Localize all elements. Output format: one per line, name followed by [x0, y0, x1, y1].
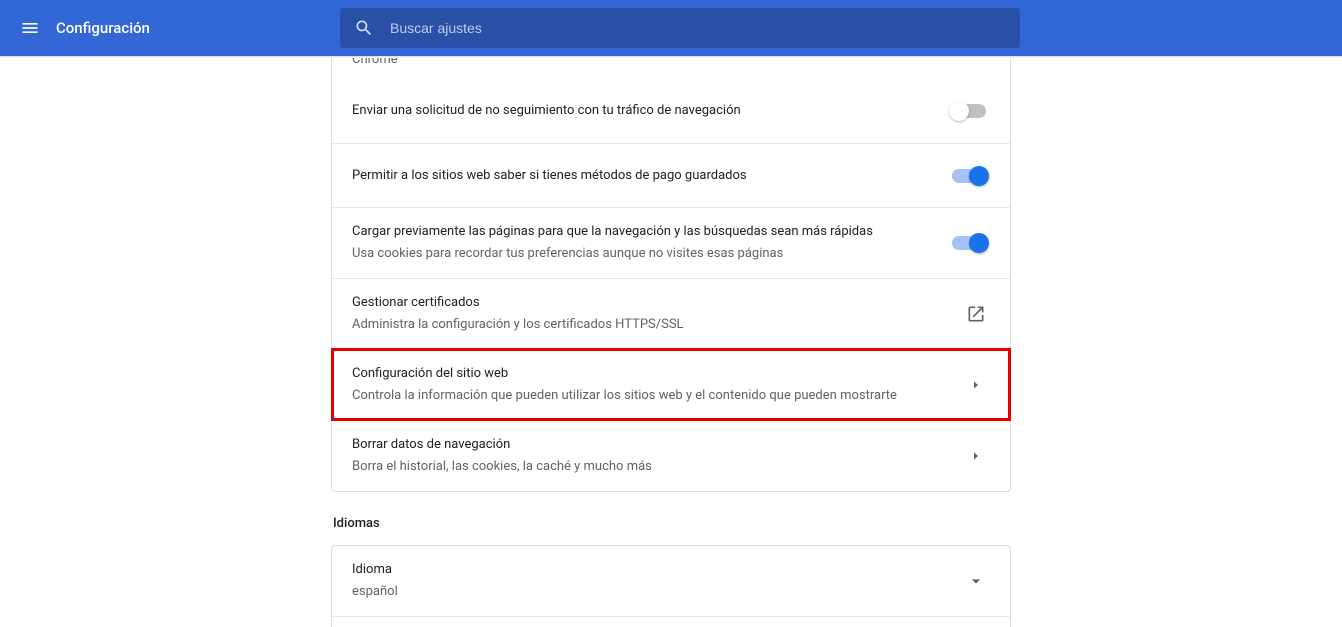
menu-icon [20, 18, 40, 38]
languages-card: Idioma español Revisión ortográfica [331, 545, 1011, 627]
toggle-no-track[interactable] [952, 104, 986, 118]
chevron-right-icon [970, 450, 982, 462]
settings-column: Chrome Enviar una solicitud de no seguim… [331, 58, 1011, 627]
page-title: Configuración [56, 19, 150, 37]
row-text: Idioma español [352, 560, 966, 602]
toggle-payment-methods[interactable] [952, 169, 986, 183]
row-preload-pages[interactable]: Cargar previamente las páginas para que … [332, 207, 1010, 278]
row-subtitle: español [352, 582, 966, 602]
languages-heading: Idiomas [333, 516, 1011, 531]
chevron-right-icon [970, 379, 982, 391]
row-text: Cargar previamente las páginas para que … [352, 222, 952, 264]
search-icon [354, 18, 374, 38]
row-subtitle: Controla la información que pueden utili… [352, 386, 970, 406]
search-box[interactable] [340, 8, 1020, 48]
open-external-icon [966, 304, 986, 324]
row-title: Idioma [352, 560, 966, 580]
row-title: Gestionar certificados [352, 293, 966, 313]
row-text: Gestionar certificados Administra la con… [352, 293, 966, 335]
search-input[interactable] [390, 20, 1006, 36]
menu-button[interactable] [18, 16, 42, 40]
row-subtitle: Administra la configuración y los certif… [352, 315, 966, 335]
row-title: Borrar datos de navegación [352, 435, 970, 455]
row-title: Enviar una solicitud de no seguimiento c… [352, 101, 952, 121]
chevron-down-icon [966, 571, 986, 591]
row-title: Configuración del sitio web [352, 364, 970, 384]
row-text: Enviar una solicitud de no seguimiento c… [352, 101, 952, 121]
row-spellcheck[interactable]: Revisión ortográfica [332, 616, 1010, 627]
content-area: Chrome Enviar una solicitud de no seguim… [0, 58, 1342, 627]
row-title: Cargar previamente las páginas para que … [352, 222, 952, 242]
row-text: Permitir a los sitios web saber si tiene… [352, 166, 952, 186]
row-manage-certificates[interactable]: Gestionar certificados Administra la con… [332, 278, 1010, 349]
row-no-track[interactable]: Enviar una solicitud de no seguimiento c… [332, 79, 1010, 143]
row-text: Configuración del sitio web Controla la … [352, 364, 970, 406]
row-text: Borrar datos de navegación Borra el hist… [352, 435, 970, 477]
chrome-subtext: Chrome [332, 58, 1010, 79]
row-language[interactable]: Idioma español [332, 546, 1010, 616]
row-site-settings[interactable]: Configuración del sitio web Controla la … [332, 349, 1010, 420]
topbar: Configuración [0, 0, 1342, 56]
row-subtitle: Usa cookies para recordar tus preferenci… [352, 244, 952, 264]
row-subtitle: Borra el historial, las cookies, la cach… [352, 457, 970, 477]
row-title: Permitir a los sitios web saber si tiene… [352, 166, 952, 186]
toggle-preload-pages[interactable] [952, 236, 986, 250]
row-payment-methods[interactable]: Permitir a los sitios web saber si tiene… [332, 143, 1010, 207]
privacy-card: Chrome Enviar una solicitud de no seguim… [331, 58, 1011, 492]
row-clear-data[interactable]: Borrar datos de navegación Borra el hist… [332, 420, 1010, 491]
